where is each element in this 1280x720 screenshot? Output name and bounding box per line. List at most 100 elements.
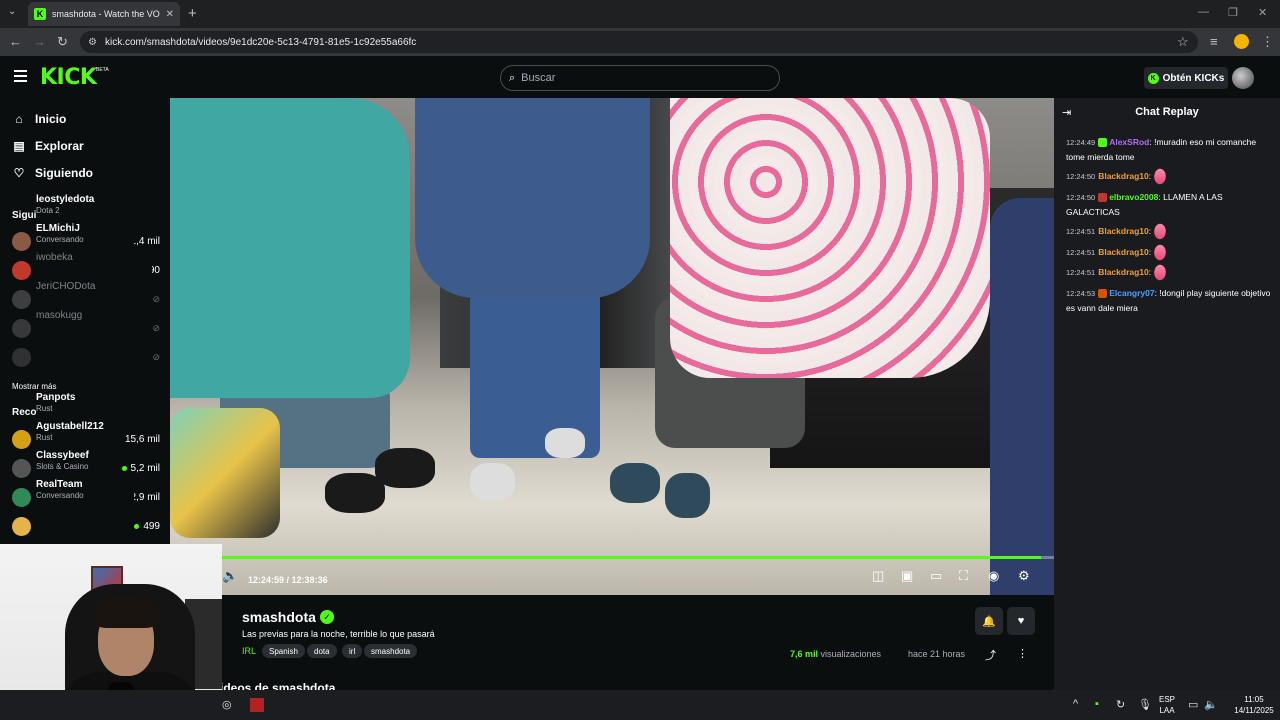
video-scene-shoe [470, 463, 515, 501]
search-icon: ⌕ [509, 71, 516, 84]
video-scene-bag [170, 408, 280, 538]
tag[interactable]: Spanish [262, 644, 305, 658]
emote-icon [1151, 243, 1168, 262]
kick-logo[interactable]: KICK [40, 65, 97, 90]
category-link[interactable]: IRL [242, 646, 256, 656]
get-kicks-button[interactable]: K Obtén KICKs [1144, 67, 1228, 89]
progress-fill [200, 556, 1042, 559]
chat-username[interactable]: elbravo2008 [1109, 192, 1158, 202]
browser-tabbar: ⌄ K smashdota - Watch the VOD on ✕ + — ❐… [0, 0, 1280, 28]
clip-icon[interactable]: ▣ [901, 568, 913, 584]
browser-tab[interactable]: K smashdota - Watch the VOD on ✕ [28, 2, 180, 26]
offline-icon: ⊘ [152, 351, 160, 362]
close-window-icon[interactable]: ✕ [1258, 6, 1267, 19]
sync-icon[interactable]: ↻ [1116, 698, 1125, 711]
channel-avatar [12, 231, 31, 251]
miniplayer-icon[interactable]: ◫ [872, 568, 884, 584]
dota-icon[interactable] [250, 698, 264, 712]
steam-icon[interactable]: ◎ [222, 698, 232, 711]
tag[interactable]: irl [342, 644, 363, 658]
follow-heart-button[interactable]: ♥ [1007, 607, 1035, 635]
video-player[interactable]: 🔈 12:24:59 / 12:38:36 ◫ ▣ ▭ ⛶ ◉ ⚙ [170, 98, 1054, 595]
chat-message: 12:24:51 Blackdrag10: [1066, 222, 1274, 241]
chat-username[interactable]: Blackdrag10 [1098, 247, 1149, 257]
user-avatar[interactable] [1232, 67, 1254, 89]
more-options-icon[interactable]: ⋮ [1017, 647, 1028, 660]
channel-avatar [12, 458, 31, 478]
channel-category: Slots & Casino [36, 461, 89, 471]
chat-username[interactable]: Blackdrag10 [1098, 171, 1149, 181]
chat-username[interactable]: Elcangry07 [1109, 288, 1154, 298]
view-count: 7,6 mil visualizaciones [790, 649, 882, 659]
channel-avatar [12, 487, 31, 507]
tab-close-icon[interactable]: ✕ [166, 9, 174, 20]
network-icon[interactable]: ▭ [1188, 698, 1198, 711]
show-more-link[interactable]: Mostrar más [12, 382, 56, 391]
new-tab-icon[interactable]: + [188, 5, 197, 22]
site-header: KICK BETA ⌕ Buscar K Obtén KICKs [0, 56, 1280, 98]
channel-name[interactable]: smashdota [242, 609, 316, 625]
chat-username[interactable]: AlexSRod [1109, 137, 1149, 147]
badge-icon [1098, 289, 1108, 299]
chat-message: 12:24:53 Elcangry07: !dongil play siguien… [1066, 288, 1271, 313]
channel-name: ELMichiJ [36, 222, 80, 234]
badge-icon [1098, 138, 1108, 148]
tag[interactable]: dota [307, 644, 337, 658]
video-scene-shoe [545, 428, 585, 458]
settings-icon[interactable]: ⚙ [1018, 568, 1030, 584]
nvidia-icon[interactable]: ▪ [1095, 698, 1099, 710]
chat-message: 12:24:50 elbravo2008: LLAMEN A LAS GALACT… [1066, 192, 1223, 217]
following-channel-offline[interactable]: masokugg ⊘ [12, 309, 160, 405]
emote-icon [1151, 167, 1168, 186]
emote-icon [1151, 263, 1168, 282]
taskbar: ◎ ^ ▪ ↻ 🎙 ESP LAA ▭ 🔈 11:05 14/11/2025 [0, 690, 1280, 720]
restore-icon[interactable]: ❐ [1228, 6, 1238, 19]
bookmark-star-icon[interactable]: ☆ [1177, 34, 1189, 50]
chat-message: 12:24:51 Blackdrag10: [1066, 243, 1274, 262]
live-dot-icon [134, 523, 140, 529]
duration: 12:38:36 [291, 575, 328, 585]
channel-category: Conversando [36, 234, 84, 244]
fullscreen-icon[interactable]: ⛶ [959, 568, 968, 584]
nav-explorar[interactable]: ▤ Explorar [12, 139, 83, 153]
menu-icon[interactable] [14, 70, 27, 82]
site-info-icon[interactable]: ⚙ [88, 37, 97, 48]
channel-name: JeriCHODota [36, 280, 96, 292]
emote-icon [1151, 222, 1168, 241]
share-icon[interactable]: ⤴ [985, 647, 996, 663]
forward-icon[interactable]: → [33, 34, 46, 49]
chat-username[interactable]: Blackdrag10 [1098, 226, 1149, 236]
channel-name: masokugg [36, 309, 83, 321]
tag[interactable]: smashdota [364, 644, 418, 658]
volume-icon[interactable]: 🔈 [222, 568, 238, 584]
verified-badge-icon: ✓ [320, 610, 334, 624]
volume-icon[interactable]: 🔈 [1204, 698, 1218, 711]
browser-menu-icon[interactable]: ⋮ [1261, 34, 1274, 50]
tab-list-chevron-icon[interactable]: ⌄ [8, 6, 16, 17]
minimize-icon[interactable]: — [1198, 6, 1209, 18]
mic-icon[interactable]: 🎙 [1138, 698, 1152, 711]
autoplay-icon[interactable]: ◉ [988, 568, 999, 584]
reading-list-icon[interactable]: ≡ [1210, 34, 1218, 49]
search-placeholder: Buscar [521, 72, 556, 84]
search-input[interactable]: ⌕ Buscar [500, 65, 780, 91]
language-indicator[interactable]: ESP LAA [1152, 694, 1182, 716]
video-scene-shoe [375, 448, 435, 488]
theater-mode-icon[interactable]: ▭ [930, 568, 942, 584]
chat-message: 12:24:51 Blackdrag10: [1066, 263, 1274, 282]
chat-username[interactable]: Blackdrag10 [1098, 267, 1149, 277]
notification-bell-button[interactable]: 🔔 [975, 607, 1003, 635]
recommended-channel[interactable]: RealTeam Conversando 499 [12, 478, 160, 574]
video-scene-figure [990, 198, 1054, 595]
back-icon[interactable]: ← [9, 34, 22, 49]
system-clock[interactable]: 11:05 14/11/2025 [1232, 694, 1276, 716]
reload-icon[interactable]: ↻ [57, 34, 68, 50]
nav-inicio[interactable]: ⌂ Inicio [12, 112, 66, 126]
tray-expand-icon[interactable]: ^ [1073, 698, 1078, 710]
viewer-count: 499 [134, 521, 160, 532]
viewer-count: 5,2 mil [121, 463, 160, 474]
nav-siguiendo[interactable]: ♡ Siguiendo [12, 166, 93, 180]
url-bar[interactable]: ⚙ kick.com/smashdota/videos/9e1dc20e-5c1… [80, 31, 1198, 53]
stream-info: smashdota ✓ Las previas para la noche, t… [170, 595, 1054, 695]
profile-avatar-icon[interactable] [1234, 34, 1249, 49]
